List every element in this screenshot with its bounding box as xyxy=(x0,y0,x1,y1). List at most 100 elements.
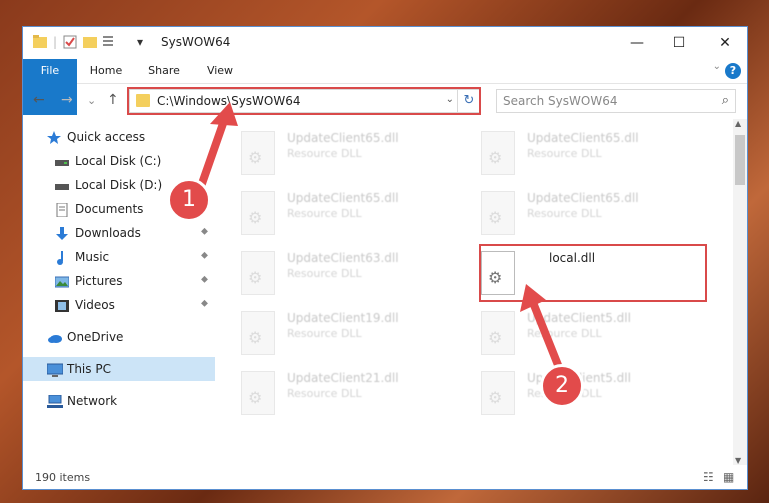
file-item[interactable]: UpdateClient65.dll Resource DLL xyxy=(219,123,449,179)
qa-separator: | xyxy=(53,35,58,49)
music-icon xyxy=(55,250,69,265)
videos-icon xyxy=(55,298,69,312)
search-box[interactable]: Search SysWOW64 ⌕ xyxy=(496,89,736,113)
file-item[interactable]: UpdateClient19.dll Resource DLL xyxy=(219,303,449,359)
file-item[interactable]: UpdateClient65.dll Resource DLL xyxy=(459,123,689,179)
sidebar-item-label: Local Disk (C:) xyxy=(75,154,162,168)
file-type: Resource DLL xyxy=(527,147,602,160)
file-item[interactable]: UpdateClient65.dll Resource DLL xyxy=(459,183,689,239)
file-name: UpdateClient21.dll xyxy=(287,371,399,385)
title-bar: | ▾ SysWOW64 — ☐ ✕ xyxy=(23,27,747,59)
sidebar-item-quick-access[interactable]: Quick access xyxy=(23,125,215,149)
file-list: UpdateClient65.dll Resource DLL UpdateCl… xyxy=(219,123,733,463)
tab-home[interactable]: Home xyxy=(83,59,129,83)
sidebar-item-network[interactable]: Network xyxy=(23,389,215,413)
dll-file-icon xyxy=(481,191,515,235)
file-name: UpdateClient5.dll xyxy=(527,311,631,325)
pin-icon: ⬥ xyxy=(201,226,208,237)
tab-view[interactable]: View xyxy=(197,59,243,83)
dll-file-icon xyxy=(241,251,275,295)
status-bar: 190 items ☷ ▦ xyxy=(23,465,747,489)
file-name: UpdateClient63.dll xyxy=(287,251,399,265)
back-button[interactable]: ← xyxy=(33,92,45,108)
sidebar-item-videos[interactable]: Videos ⬥ xyxy=(23,293,215,317)
pictures-icon xyxy=(54,274,70,288)
star-icon xyxy=(47,130,61,144)
address-bar[interactable]: C:\Windows\SysWOW64 ⌄ ↻ xyxy=(129,89,481,113)
dll-file-icon xyxy=(241,311,275,355)
file-item-local-dll[interactable]: local.dll xyxy=(459,243,689,299)
pin-icon: ⬥ xyxy=(201,250,208,261)
search-icon[interactable]: ⌕ xyxy=(722,93,729,108)
file-name: UpdateClient65.dll xyxy=(287,131,399,145)
sidebar-item-label: Quick access xyxy=(67,130,146,144)
file-item[interactable]: UpdateClient21.dll Resource DLL xyxy=(219,363,449,419)
qa-dropdown-icon[interactable]: ▾ xyxy=(137,35,143,49)
ribbon: File Home Share View ⌄ ? xyxy=(23,59,747,115)
item-count: 190 items xyxy=(35,471,91,484)
sidebar-item-music[interactable]: Music ⬥ xyxy=(23,245,215,269)
scroll-thumb[interactable] xyxy=(735,135,745,185)
vertical-scrollbar[interactable]: ▲ ▼ xyxy=(733,119,747,465)
search-input[interactable]: Search SysWOW64 xyxy=(503,94,617,108)
computer-icon xyxy=(46,362,64,377)
file-type: Resource DLL xyxy=(527,327,602,340)
dll-file-icon xyxy=(481,251,515,295)
file-name: UpdateClient65.dll xyxy=(287,191,399,205)
sidebar-item-onedrive[interactable]: OneDrive xyxy=(23,325,215,349)
folder-icon xyxy=(33,35,47,51)
file-item[interactable]: UpdateClient65.dll Resource DLL xyxy=(219,183,449,239)
recent-locations-button[interactable]: ⌄ xyxy=(87,94,96,107)
sidebar-item-pictures[interactable]: Pictures ⬥ xyxy=(23,269,215,293)
folder-icon xyxy=(136,94,150,107)
file-type: Resource DLL xyxy=(527,207,602,220)
sidebar-item-label: Network xyxy=(67,394,118,408)
address-path[interactable]: C:\Windows\SysWOW64 xyxy=(157,94,301,108)
sidebar-item-label: Downloads xyxy=(75,226,141,240)
sidebar-item-this-pc[interactable]: This PC xyxy=(23,357,215,381)
cloud-icon xyxy=(47,330,62,344)
step-1-badge: 1 xyxy=(167,178,211,222)
large-icons-view-icon[interactable]: ▦ xyxy=(723,470,734,484)
refresh-button[interactable]: ↻ xyxy=(457,90,480,112)
scroll-up-icon[interactable]: ▲ xyxy=(735,119,741,128)
file-name: local.dll xyxy=(549,251,596,265)
dll-file-icon xyxy=(241,371,275,415)
file-explorer-window: | ▾ SysWOW64 — ☐ ✕ File Home Share View … xyxy=(22,26,748,490)
dll-file-icon xyxy=(481,131,515,175)
ribbon-expand-icon[interactable]: ⌄ xyxy=(713,61,721,72)
sidebar-item-label: Documents xyxy=(75,202,144,216)
file-name: UpdateClient19.dll xyxy=(287,311,399,325)
sidebar-item-label: OneDrive xyxy=(67,330,124,344)
up-button[interactable]: ↑ xyxy=(107,92,119,108)
help-icon[interactable]: ? xyxy=(725,63,741,79)
forward-button[interactable]: → xyxy=(61,92,73,108)
file-item[interactable]: UpdateClient5.dll Resource DLL xyxy=(459,303,689,359)
file-name: UpdateClient65.dll xyxy=(527,131,639,145)
file-type: Resource DLL xyxy=(287,327,362,340)
sidebar-item-local-disk-c[interactable]: Local Disk (C:) xyxy=(23,149,215,173)
tab-share[interactable]: Share xyxy=(141,59,187,83)
window-title: SysWOW64 xyxy=(161,35,231,49)
maximize-button[interactable]: ☐ xyxy=(659,31,699,55)
pin-icon: ⬥ xyxy=(201,274,208,285)
file-type: Resource DLL xyxy=(287,267,362,280)
scroll-down-icon[interactable]: ▼ xyxy=(735,456,741,465)
network-icon xyxy=(47,394,63,408)
address-dropdown-icon[interactable]: ⌄ xyxy=(446,94,454,105)
sidebar-item-label: This PC xyxy=(67,362,111,376)
sidebar-item-label: Pictures xyxy=(75,274,123,288)
new-folder-icon[interactable] xyxy=(83,35,97,51)
properties-icon[interactable] xyxy=(63,35,77,52)
customize-icon[interactable] xyxy=(103,35,121,51)
close-button[interactable]: ✕ xyxy=(705,31,745,55)
navigation-pane: Quick access Local Disk (C:) Local Disk … xyxy=(23,123,215,463)
details-view-icon[interactable]: ☷ xyxy=(703,470,714,484)
file-item[interactable]: UpdateClient63.dll Resource DLL xyxy=(219,243,449,299)
dll-file-icon xyxy=(481,311,515,355)
minimize-button[interactable]: — xyxy=(617,31,657,55)
sidebar-item-label: Local Disk (D:) xyxy=(75,178,163,192)
file-type: Resource DLL xyxy=(287,387,362,400)
sidebar-item-downloads[interactable]: Downloads ⬥ xyxy=(23,221,215,245)
dll-file-icon xyxy=(241,191,275,235)
